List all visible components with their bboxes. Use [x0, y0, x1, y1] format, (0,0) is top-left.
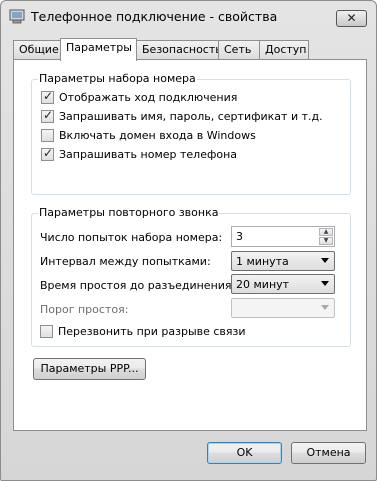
group-title: Параметры повторного звонка: [38, 206, 220, 219]
tab-options[interactable]: Параметры: [60, 38, 137, 61]
option-label: Запрашивать имя, пароль, сертификат и т.…: [59, 110, 323, 123]
spin-up-arrow-icon[interactable]: ▲: [319, 228, 333, 236]
spin-down-arrow-icon[interactable]: ▼: [319, 237, 333, 245]
idle-time-value: 20 минут: [236, 278, 290, 291]
window-title: Телефонное подключение - свойства: [31, 9, 278, 24]
checkbox[interactable]: ✓: [41, 146, 54, 161]
idle-threshold-select[interactable]: [231, 298, 335, 318]
checkmark-icon: ✓: [43, 89, 54, 103]
chevron-down-icon: [321, 281, 329, 286]
redial-attempts-spinner[interactable]: 3 ▲ ▼: [231, 226, 335, 247]
ppp-settings-button[interactable]: Параметры PPP...: [33, 358, 146, 380]
chevron-down-icon: [321, 305, 329, 310]
options-panel: Параметры набора номера ✓ Отображать ход…: [13, 59, 367, 431]
redial-interval-label: Интервал между попытками:: [40, 255, 211, 268]
ok-button[interactable]: OK: [207, 442, 282, 464]
checkbox[interactable]: ✓: [41, 89, 54, 104]
tab-general[interactable]: Общие: [13, 40, 61, 59]
title-bar: Телефонное подключение - свойства ✕: [1, 1, 376, 31]
option-label: Перезвонить при разрыве связи: [58, 325, 246, 338]
group-title: Параметры набора номера: [38, 72, 197, 85]
tab-sharing[interactable]: Доступ: [259, 40, 309, 59]
dialing-options-group: Параметры набора номера ✓ Отображать ход…: [31, 72, 351, 195]
chevron-down-icon: [321, 258, 329, 263]
properties-dialog: Телефонное подключение - свойства ✕ Общи…: [0, 0, 377, 481]
cancel-button[interactable]: Отмена: [291, 442, 366, 464]
option-label: Отображать ход подключения: [59, 91, 238, 104]
checkbox[interactable]: [40, 325, 53, 338]
checkmark-icon: ✓: [43, 108, 54, 122]
idle-time-label: Время простоя до разъединения:: [40, 279, 236, 292]
redial-attempts-label: Число попыток набора номера:: [40, 231, 223, 244]
close-button[interactable]: ✕: [336, 10, 367, 27]
checkbox[interactable]: [41, 129, 54, 142]
spinner-buttons: ▲ ▼: [319, 228, 333, 245]
checkmark-icon: ✓: [43, 146, 54, 160]
phone-connection-icon: [9, 9, 25, 24]
redial-options-group: Параметры повторного звонка Число попыто…: [31, 206, 351, 347]
redial-attempts-value: 3: [236, 230, 243, 243]
option-label: Включать домен входа в Windows: [59, 129, 256, 142]
idle-time-select[interactable]: 20 минут: [231, 274, 335, 294]
tab-network[interactable]: Сеть: [218, 40, 260, 59]
close-icon: ✕: [346, 11, 357, 25]
idle-threshold-label: Порог простоя:: [40, 303, 129, 316]
checkbox[interactable]: ✓: [41, 108, 54, 123]
tab-security[interactable]: Безопасность: [136, 40, 222, 59]
redial-interval-value: 1 минута: [236, 255, 289, 268]
redial-interval-select[interactable]: 1 минута: [231, 251, 335, 271]
option-label: Запрашивать номер телефона: [59, 148, 238, 161]
